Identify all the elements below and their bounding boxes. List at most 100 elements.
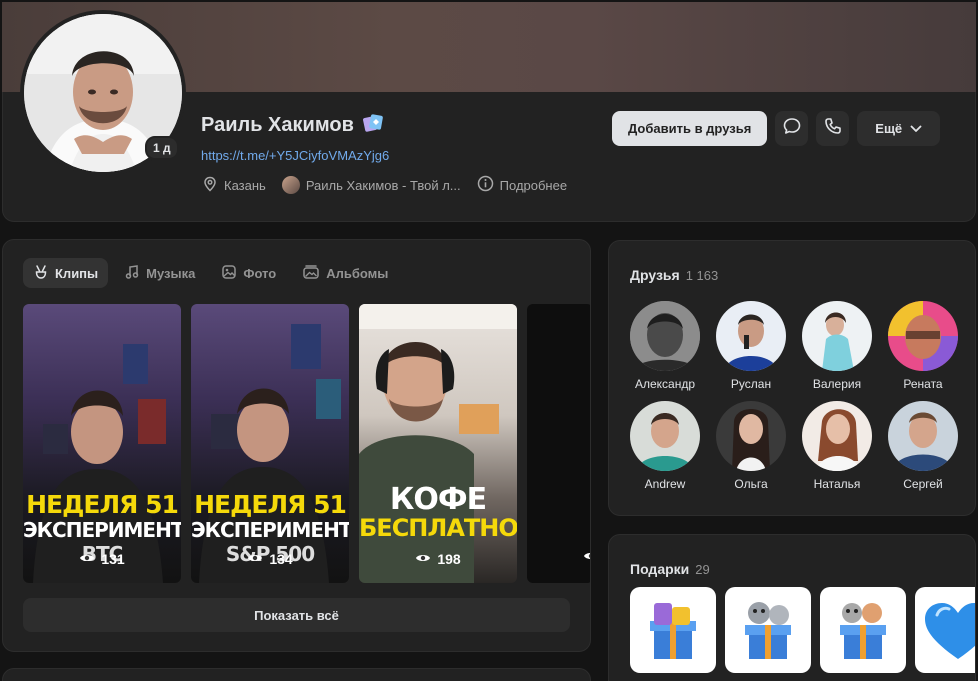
clip-title-line2: ЭКСПЕРИМЕНТ [191,518,349,542]
friend-name: Рената [903,377,943,391]
clips-icon [33,264,49,283]
friend-name: Наталья [813,477,861,491]
tab-music[interactable]: Музыка [114,258,205,288]
friend-item[interactable]: Наталья [794,401,880,491]
photo-icon [221,264,237,283]
friend-item[interactable]: Рената [880,301,966,391]
location-item[interactable]: Казань [202,176,266,195]
channel-item[interactable]: Раиль Хакимов - Твой л... [281,176,461,194]
gift-item[interactable] [630,587,716,673]
location-pin-icon [202,176,218,195]
clip-title-line2: БЕСПЛАТНО [359,514,517,542]
friend-item[interactable]: Александр [622,301,708,391]
friend-name: Александр [634,377,696,391]
clip-card[interactable]: КОФЕ БЕСПЛАТНО 198 [359,304,517,583]
friend-item[interactable]: Руслан [708,301,794,391]
clip-views: 198 [359,551,517,567]
views-count: 131 [101,551,125,567]
friend-name: Andrew [644,477,686,491]
online-badge: 1 д [145,136,179,160]
clip-title-line2: ЭКСПЕРИМЕНТ [23,518,181,542]
eye-icon [79,551,95,567]
info-icon [477,175,494,195]
tab-albums-label: Альбомы [326,265,389,281]
gift-item[interactable] [820,587,906,673]
friend-avatar [716,401,786,471]
profile-name: Раиль Хакимов [201,114,354,136]
gifts-list [630,587,975,673]
friend-avatar [802,401,872,471]
phone-icon [823,116,843,141]
friends-grid: Александр Руслан Валерия Рената Andrew О… [622,301,966,491]
friends-section: Друзья 1 163 Александр Руслан Валерия Ре… [608,240,976,516]
chevron-down-icon [910,121,922,136]
friends-title: Друзья [630,267,680,283]
add-friend-button[interactable]: Добавить в друзья [612,111,768,146]
call-button[interactable] [816,111,850,146]
clip-card-partial[interactable] [527,304,590,583]
clip-title-line1: НЕДЕЛЯ 51 [26,490,179,519]
tab-albums[interactable]: Альбомы [292,258,398,288]
clips-list: НЕДЕЛЯ 51 ЭКСПЕРИМЕНТ BTC 131 НЕДЕЛЯ 51 … [23,304,590,583]
clip-views: 131 [23,551,181,567]
gift-item[interactable] [725,587,811,673]
channel-avatar [281,176,300,194]
views-count: 134 [269,551,293,567]
friend-name: Валерия [812,377,862,391]
friend-avatar [716,301,786,371]
friend-avatar [888,401,958,471]
tab-photos[interactable]: Фото [211,258,286,288]
friend-name: Руслан [730,377,772,391]
profile-actions: Добавить в друзья Ещё [612,111,941,146]
friend-avatar [888,301,958,371]
eye-icon [583,549,590,567]
friend-avatar [630,401,700,471]
tab-music-label: Музыка [146,265,196,281]
gem-icon[interactable] [362,113,384,138]
more-info-item[interactable]: Подробнее [477,175,567,195]
profile-link[interactable]: https://t.me/+Y5JCiyfoVMAzYjg6 [201,148,389,163]
clip-title-line1: КОФЕ [389,482,487,517]
clip-views: 134 [191,551,349,567]
gift-item[interactable] [915,587,975,673]
friend-name: Ольга [734,477,768,491]
media-tabs: Клипы Музыка Фото Альбомы [23,258,398,288]
gifts-header[interactable]: Подарки 29 [630,561,710,577]
album-icon [302,264,320,283]
profile-page: 1 д Раиль Хакимов https://t.me/+Y5JCiyfo… [0,0,978,681]
tab-photos-label: Фото [243,265,277,281]
message-icon [782,116,802,141]
friend-item[interactable]: Andrew [622,401,708,491]
views-count: 198 [437,551,461,567]
tab-clips-label: Клипы [55,265,99,281]
friend-name: Сергей [903,477,943,491]
gift-box-icon [840,603,886,659]
friend-item[interactable]: Ольга [708,401,794,491]
channel-text: Раиль Хакимов - Твой л... [305,177,461,193]
show-all-button[interactable]: Показать всё [23,598,570,632]
eye-icon [415,551,431,567]
friend-item[interactable]: Валерия [794,301,880,391]
heart-icon [925,603,975,659]
friends-header[interactable]: Друзья 1 163 [630,267,718,283]
gifts-title: Подарки [630,561,690,577]
clip-card[interactable]: НЕДЕЛЯ 51 ЭКСПЕРИМЕНТ BTC 131 [23,304,181,583]
media-section: Клипы Музыка Фото Альбомы НЕДЕЛЯ 51 ЭКСП… [2,239,591,652]
message-button[interactable] [775,111,809,146]
gift-box-icon [745,602,791,659]
tab-clips[interactable]: Клипы [23,258,109,288]
eye-icon [247,551,263,567]
gift-box-icon [650,603,696,659]
profile-meta: Казань Раиль Хакимов - Твой л... Подробн… [202,175,567,195]
friends-count: 1 163 [685,268,719,283]
friend-avatar [802,301,872,371]
friend-item[interactable]: Сергей [880,401,966,491]
more-info-text: Подробнее [499,177,568,193]
more-label: Ещё [875,121,903,136]
friend-avatar [630,301,700,371]
more-button[interactable]: Ещё [857,111,941,146]
gifts-count: 29 [695,562,710,577]
gifts-section: Подарки 29 [608,534,976,681]
clip-card[interactable]: НЕДЕЛЯ 51 ЭКСПЕРИМЕНТ S&P 500 134 [191,304,349,583]
clip-title-line1: НЕДЕЛЯ 51 [194,490,347,519]
